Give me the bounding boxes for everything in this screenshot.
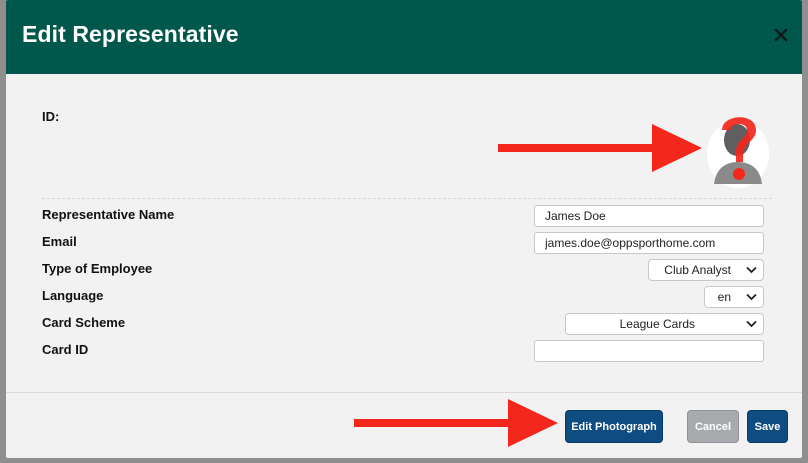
close-icon	[774, 28, 788, 42]
language-select[interactable]: en	[704, 286, 764, 308]
card-scheme-label: Card Scheme	[42, 315, 126, 330]
unknown-user-avatar-icon	[707, 117, 769, 188]
footer-divider	[6, 392, 802, 393]
representative-name-field[interactable]	[534, 205, 764, 227]
chevron-down-icon	[746, 266, 757, 274]
id-label: ID:	[42, 109, 60, 124]
save-button[interactable]: Save	[747, 410, 788, 443]
representative-name-label: Representative Name	[42, 207, 175, 222]
card-id-field[interactable]	[534, 340, 764, 362]
chevron-down-icon	[746, 320, 757, 328]
dialog-title: Edit Representative	[22, 21, 239, 47]
annotation-arrow-icon	[498, 124, 702, 172]
card-scheme-select[interactable]: League Cards	[565, 313, 764, 335]
section-divider	[42, 198, 772, 199]
type-of-employee-select[interactable]: Club Analyst	[648, 259, 764, 281]
card-id-label: Card ID	[42, 342, 89, 357]
edit-photograph-button[interactable]: Edit Photograph	[565, 410, 663, 443]
card-scheme-value: League Cards	[619, 317, 695, 331]
type-of-employee-value: Club Analyst	[664, 263, 731, 277]
dialog-header: Edit Representative	[6, 0, 802, 74]
email-field[interactable]	[534, 232, 764, 254]
edit-representative-dialog: Edit Representative ID: Representative N…	[6, 0, 802, 458]
email-label: Email	[42, 234, 77, 249]
type-of-employee-label: Type of Employee	[42, 261, 153, 276]
close-button[interactable]	[772, 26, 790, 44]
language-label: Language	[42, 288, 104, 303]
avatar	[706, 110, 770, 188]
annotation-arrow-icon	[354, 399, 558, 447]
cancel-button[interactable]: Cancel	[687, 410, 739, 443]
language-value: en	[717, 290, 731, 304]
chevron-down-icon	[746, 293, 757, 301]
